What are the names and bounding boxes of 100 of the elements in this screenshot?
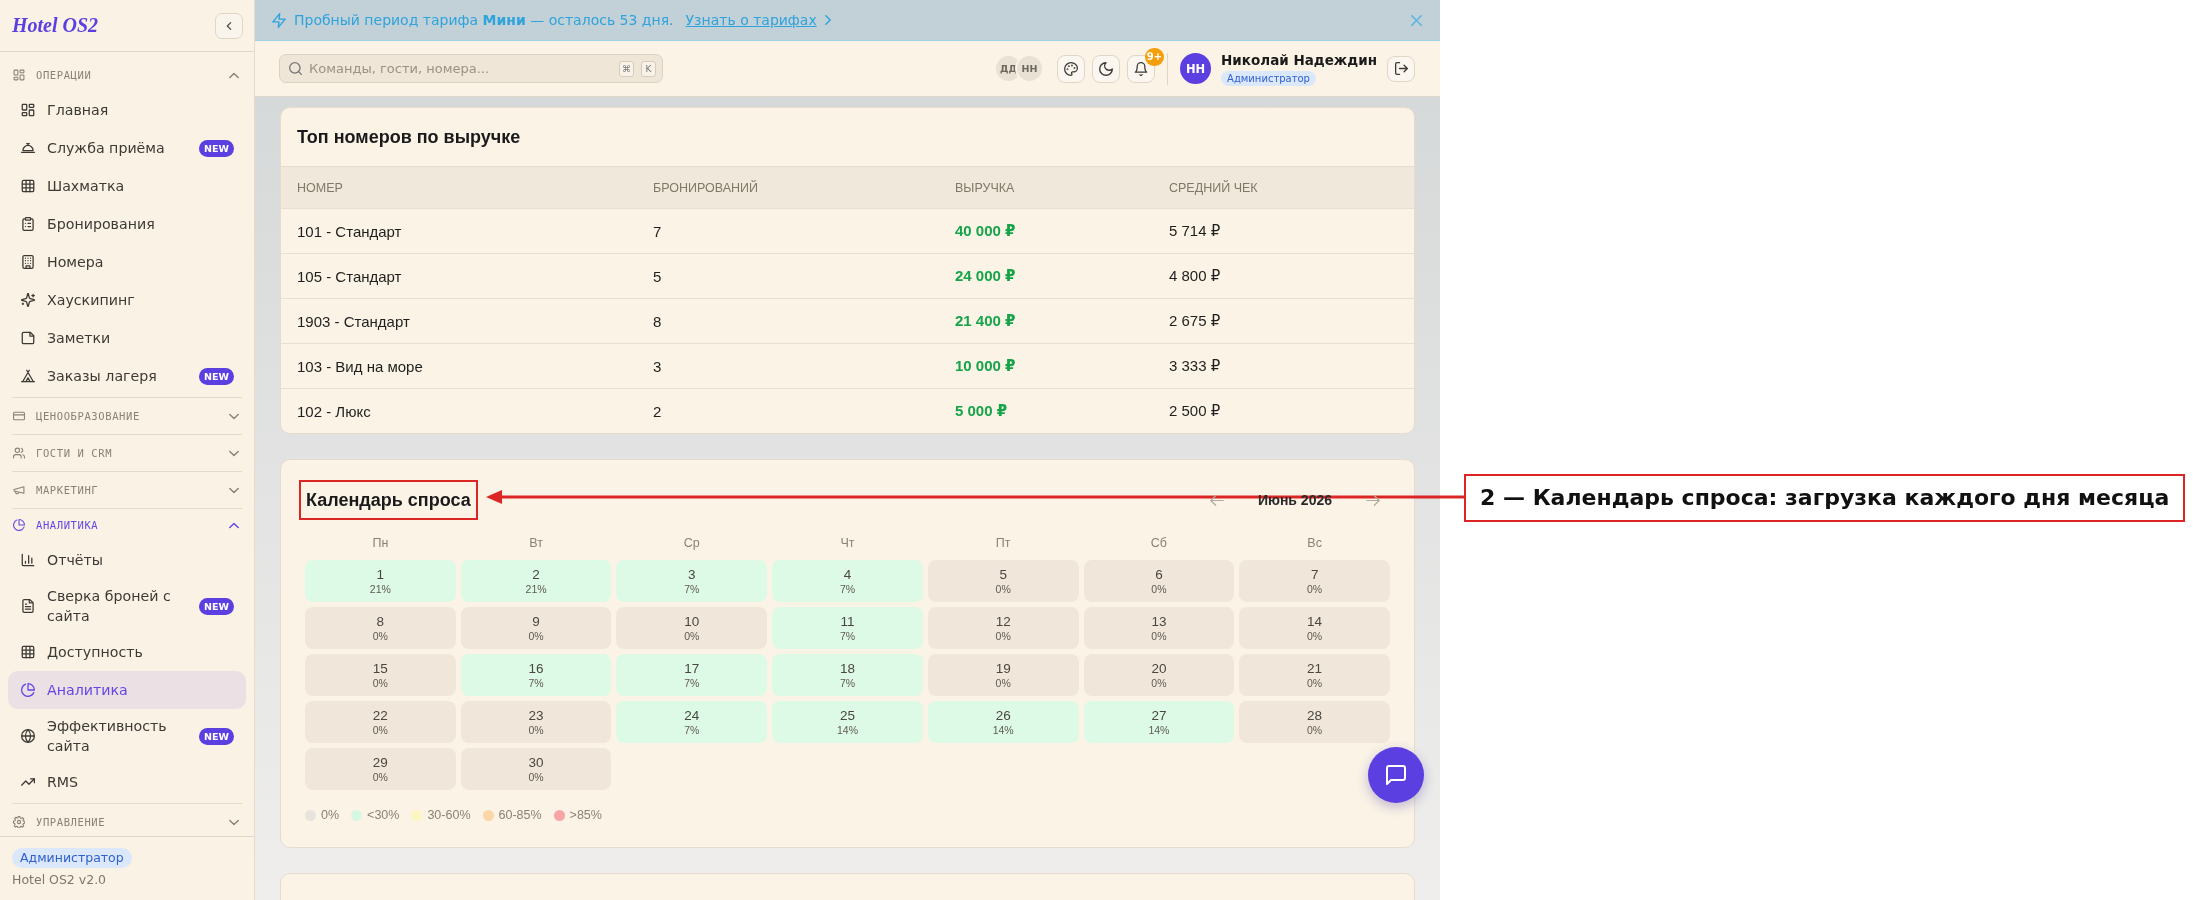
- day-number: 16: [528, 660, 544, 677]
- annotation-callout: 2 — Календарь спроса: загрузка каждого дня месяца: [1464, 474, 2186, 522]
- day-number: 15: [372, 660, 388, 677]
- table-cell: 21 400 ₽: [939, 298, 1153, 344]
- dark-mode-button[interactable]: [1092, 54, 1121, 83]
- nav-item[interactable]: Доступность: [8, 633, 246, 671]
- search-input[interactable]: Команды, гости, номера...: [309, 59, 612, 78]
- nav-item[interactable]: Хаускипинг: [8, 281, 246, 319]
- shortcut-key: ⌘: [619, 60, 634, 77]
- load-percent: 0%: [1307, 676, 1323, 690]
- weekday-label: Вт: [529, 536, 543, 550]
- new-badge: NEW: [199, 727, 234, 745]
- megaphone-icon: [13, 484, 25, 496]
- nav-item[interactable]: Эффективность сайта: [8, 709, 200, 763]
- table-cell: 5 714 ₽: [1153, 208, 1414, 254]
- globe-icon: [21, 729, 35, 743]
- search-bar[interactable]: Команды, гости, номера... ⌘ K: [279, 54, 663, 83]
- day-number: 30: [528, 754, 544, 771]
- load-percent: 0%: [528, 770, 544, 784]
- table-cell: 24 000 ₽: [939, 253, 1153, 299]
- user-avatar: НН: [1180, 53, 1212, 84]
- logout-icon: [1394, 62, 1408, 75]
- day-number: 3: [688, 566, 696, 583]
- table-cell: 8: [637, 298, 939, 344]
- next-month-button[interactable]: [1366, 494, 1380, 506]
- document-icon: [21, 599, 35, 613]
- table-cell: 103 - Вид на море: [281, 343, 637, 389]
- day-number: 26: [995, 707, 1011, 724]
- shortcut-key: K: [641, 60, 656, 77]
- table-cell: 2 500 ₽: [1153, 388, 1414, 433]
- palette-icon: [1064, 61, 1079, 76]
- arrow-left-icon: [1209, 494, 1224, 506]
- nav-item[interactable]: Главная: [8, 91, 246, 129]
- credit-card-icon: [13, 410, 25, 422]
- day-number: 24: [684, 707, 700, 724]
- day-number: 27: [1151, 707, 1167, 724]
- theme-button[interactable]: [1057, 54, 1086, 83]
- table-cell: 102 - Люкс: [281, 388, 637, 433]
- trial-message: Пробный период тарифа Мини — осталось 53 дня.: [294, 12, 674, 28]
- previous-month-button[interactable]: [1209, 494, 1224, 506]
- day-number: 14: [1307, 613, 1323, 630]
- note-icon: [21, 331, 35, 345]
- load-percent: 7%: [684, 676, 700, 690]
- nav-item[interactable]: Отчёты: [8, 541, 246, 579]
- nav-item[interactable]: Бронирования: [8, 205, 246, 243]
- load-percent: 7%: [839, 629, 856, 643]
- nav-item[interactable]: RMS: [8, 763, 246, 801]
- column-header: БРОНИРОВАНИЙ: [637, 166, 939, 209]
- day-number: 13: [1151, 613, 1167, 630]
- gear-icon: [13, 816, 25, 828]
- tent-icon: [21, 369, 35, 383]
- table-cell: 3: [637, 343, 939, 389]
- section-header[interactable]: ГОСТИ И CRM: [8, 435, 246, 471]
- load-percent: 0%: [1307, 723, 1323, 737]
- section-header[interactable]: ОПЕРАЦИИ: [8, 59, 246, 91]
- sparkles-icon: [21, 293, 35, 307]
- app-logo: Hotel OS2: [12, 14, 99, 37]
- logout-button[interactable]: [1387, 55, 1415, 82]
- new-badge: NEW: [199, 597, 234, 615]
- nav-item[interactable]: Номера: [8, 243, 246, 281]
- day-number: 12: [995, 613, 1011, 630]
- trending-up-icon: [21, 775, 35, 789]
- users-icon: [13, 447, 25, 459]
- load-percent: 0%: [1307, 629, 1323, 643]
- bar-chart-icon: [21, 553, 35, 567]
- day-number: 29: [372, 754, 388, 771]
- close-icon: [1411, 14, 1422, 26]
- weekday-label: Пн: [372, 536, 389, 550]
- pie-chart-icon: [13, 519, 25, 531]
- search-icon: [289, 62, 302, 75]
- section-header[interactable]: АНАЛИТИКА: [8, 509, 246, 541]
- day-number: 25: [839, 707, 855, 724]
- table-cell: 101 - Стандарт: [281, 208, 637, 254]
- section-header[interactable]: УПРАВЛЕНИЕ: [8, 804, 246, 836]
- building-icon: [21, 255, 35, 269]
- nav-item[interactable]: Заказы лагеря: [8, 357, 200, 395]
- load-percent: 0%: [684, 629, 700, 643]
- table-cell: 10 000 ₽: [939, 343, 1153, 389]
- day-number: 2: [532, 566, 540, 583]
- load-percent: 0%: [528, 629, 544, 643]
- load-percent: 0%: [1151, 676, 1167, 690]
- nav-item[interactable]: Аналитика: [8, 671, 246, 709]
- service-bell-icon: [21, 141, 35, 155]
- moon-icon: [1099, 61, 1114, 76]
- nav-item[interactable]: Шахматка: [8, 167, 246, 205]
- load-percent: 0%: [528, 723, 544, 737]
- day-number: 4: [843, 566, 852, 583]
- chevron-right-icon: [824, 15, 831, 25]
- day-number: 6: [1155, 566, 1163, 583]
- day-number: 10: [684, 613, 700, 630]
- section-header[interactable]: МАРКЕТИНГ: [8, 472, 246, 508]
- nav-item[interactable]: Заметки: [8, 319, 246, 357]
- nav-item[interactable]: Сверка броней с сайта: [8, 579, 200, 633]
- day-number: 18: [839, 660, 855, 677]
- load-percent: 14%: [992, 723, 1014, 737]
- load-percent: 0%: [372, 723, 388, 737]
- nav-item[interactable]: Служба приёма: [8, 129, 200, 167]
- version-text: Hotel OS2 v2.0: [12, 872, 107, 888]
- load-percent: 14%: [837, 723, 858, 737]
- load-percent: 7%: [684, 582, 700, 596]
